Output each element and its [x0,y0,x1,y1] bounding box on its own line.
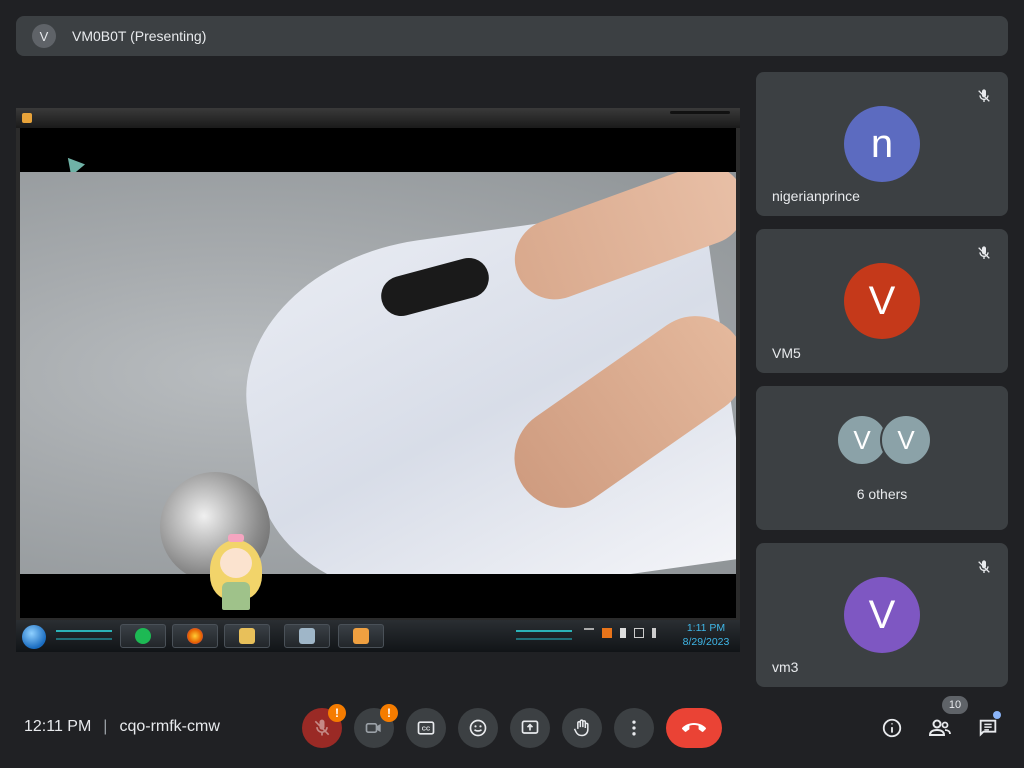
people-icon [928,719,951,736]
participant-name: vm3 [772,659,799,675]
present-screen-icon [521,720,539,734]
taskbar-decoration-right [516,630,572,640]
camera-off-icon [365,723,381,733]
participant-tile[interactable]: n nigerianprince [756,72,1008,216]
svg-text:CC: CC [422,727,431,733]
more-options-button[interactable] [614,708,654,748]
mascot-dress [222,582,250,610]
more-vert-icon [632,720,636,736]
tray-show-desktop-icon [584,628,594,638]
current-time: 12:11 PM [24,718,92,735]
captions-icon: CC [417,721,435,735]
taskbar-decoration-left [56,630,112,640]
participant-avatar: V [844,577,920,653]
reactions-button[interactable] [458,708,498,748]
remote-date: 8/29/2023 [682,636,730,648]
hand-icon [573,719,589,737]
media-player-icon [338,624,384,648]
spotify-icon [120,624,166,648]
explorer-icon [224,624,270,648]
participant-tile[interactable]: V vm3 [756,543,1008,687]
others-tile[interactable]: V V 6 others [756,386,1008,530]
desktop-mascot-character [206,534,266,616]
people-button[interactable] [924,712,956,744]
participant-name: nigerianprince [772,188,860,204]
participant-avatar: V [844,263,920,339]
photos-icon [284,624,330,648]
flag-icon [620,628,626,638]
emoji-icon [469,719,487,737]
mascot-face [220,548,252,578]
system-tray [584,628,662,638]
captions-button[interactable]: CC [406,708,446,748]
mascot-crown [228,534,244,542]
remote-taskbar: 1:11 PM 8/29/2023 [16,620,740,652]
mic-off-icon [314,719,330,736]
raise-hand-button[interactable] [562,708,602,748]
shared-screen: 1:11 PM 8/29/2023 [16,108,740,652]
mic-toggle-button[interactable]: ! [302,704,346,748]
camera-toggle-button[interactable]: ! [354,704,398,748]
info-separator: | [103,718,108,735]
start-orb-icon [22,625,46,649]
participant-avatar: n [844,106,920,182]
presenter-avatar: V [32,24,56,48]
volume-icon [652,628,662,638]
others-count-label: 6 others [856,486,908,502]
chat-notification-dot [993,711,1001,719]
letterbox-bottom [20,574,736,618]
presenter-bar: V VM0B0T (Presenting) [16,16,1008,56]
letterbox-top [20,128,736,176]
firefox-icon [172,624,218,648]
shared-window-titlebar [16,108,740,128]
info-icon [882,718,902,738]
mic-off-icon [978,246,990,259]
meeting-info: 12:11 PM | cqo-rmfk-cmw [24,718,220,736]
others-avatars: V V [836,414,936,466]
mic-off-icon [978,560,990,573]
leave-call-button[interactable] [666,708,722,748]
video-frame [20,172,736,574]
hang-up-icon [682,723,706,732]
present-button[interactable] [510,708,550,748]
network-icon [634,628,644,638]
remote-clock: 1:11 PM 8/29/2023 [676,621,736,649]
mic-off-icon [978,89,990,102]
participant-name: VM5 [772,345,801,361]
titlebar-decoration [670,111,730,114]
remote-time: 1:11 PM [686,622,726,634]
others-avatar: V [880,414,932,466]
media-app-icon [22,113,32,123]
tray-app-icon [602,628,612,638]
mic-warning-badge: ! [328,704,346,722]
meeting-details-button[interactable] [876,712,908,744]
meeting-code: cqo-rmfk-cmw [119,718,220,735]
camera-warning-badge: ! [380,704,398,722]
presenter-name: VM0B0T (Presenting) [72,28,207,44]
chat-icon [979,719,997,737]
participant-tile[interactable]: V VM5 [756,229,1008,373]
